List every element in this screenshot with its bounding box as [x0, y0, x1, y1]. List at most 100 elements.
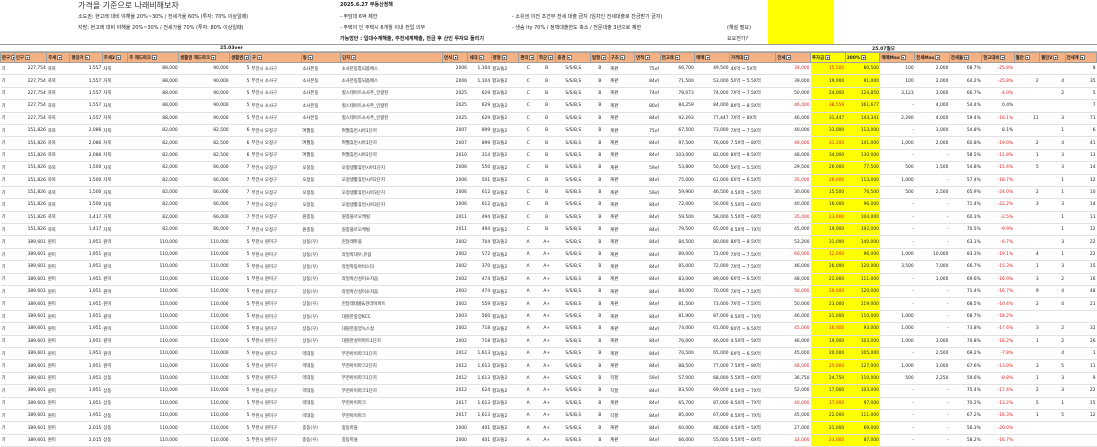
table-cell[interactable]: [1065, 421, 1097, 435]
table-cell[interactable]: B: [590, 285, 610, 299]
table-cell[interactable]: 84,259: [660, 99, 695, 113]
table-cell[interactable]: 96,000: [845, 198, 880, 212]
table-cell[interactable]: 1,557: [69, 74, 103, 88]
table-cell[interactable]: C: [518, 174, 538, 187]
table-cell[interactable]: 30,000: [775, 186, 811, 200]
table-cell[interactable]: -: [914, 434, 950, 447]
column-header[interactable]: 매매Max ▾: [879, 52, 916, 63]
table-cell[interactable]: 부전시 소사구: [250, 87, 302, 101]
table-cell[interactable]: 6.5X억 ~ 7X억: [729, 397, 776, 410]
table-cell[interactable]: C: [518, 62, 538, 76]
table-cell[interactable]: 기: [0, 124, 15, 138]
filter-dropdown-icon[interactable]: ▾: [84, 54, 90, 60]
table-cell[interactable]: A: [518, 297, 538, 311]
table-cell[interactable]: 45,000: [775, 409, 811, 423]
table-cell[interactable]: 80,000: [694, 235, 730, 249]
table-cell[interactable]: S/S/B,S: [555, 223, 591, 237]
table-cell[interactable]: 50,000: [775, 285, 811, 299]
table-cell[interactable]: 기: [0, 161, 15, 175]
table-cell[interactable]: 110,000: [127, 359, 179, 373]
table-cell[interactable]: 1,557: [69, 62, 103, 76]
table-cell[interactable]: -: [879, 149, 915, 163]
table-cell[interactable]: B: [590, 409, 610, 423]
table-cell[interactable]: 계판: [609, 223, 635, 237]
table-cell[interactable]: 평3/돌2: [491, 285, 519, 299]
table-cell[interactable]: 원미: [46, 273, 70, 287]
table-cell[interactable]: S/S/B,S: [555, 99, 591, 113]
table-cell[interactable]: [1014, 235, 1040, 249]
filter-dropdown-icon[interactable]: ▾: [744, 54, 750, 60]
table-cell[interactable]: 계판: [609, 174, 635, 187]
table-cell[interactable]: 1,104: [467, 74, 492, 88]
table-cell[interactable]: 원미: [102, 310, 128, 324]
table-cell[interactable]: 63.1%: [949, 235, 982, 249]
table-cell[interactable]: 1: [1039, 124, 1066, 138]
table-cell[interactable]: 힐스테이트소사주_인왕된: [340, 99, 443, 113]
table-cell[interactable]: 7: [229, 186, 251, 200]
table-cell[interactable]: -: [914, 285, 950, 299]
table-cell[interactable]: 84㎡: [634, 335, 661, 349]
table-cell[interactable]: 2,000: [914, 136, 950, 150]
table-cell[interactable]: 560: [467, 310, 492, 324]
table-cell[interactable]: 2000: [442, 421, 468, 435]
table-cell[interactable]: 상동: [102, 397, 128, 410]
table-cell[interactable]: 평3/돌2: [491, 74, 519, 88]
table-cell[interactable]: 110,000: [178, 297, 230, 311]
table-cell[interactable]: 오정동: [301, 198, 341, 212]
table-cell[interactable]: 389,601: [14, 260, 47, 274]
table-cell[interactable]: -: [914, 149, 950, 163]
table-cell[interactable]: 1,613: [467, 409, 492, 423]
table-cell[interactable]: 9: [1014, 285, 1040, 299]
table-cell[interactable]: 59,900: [660, 186, 695, 200]
table-cell[interactable]: C: [518, 223, 538, 237]
filter-dropdown-icon[interactable]: ▾: [566, 54, 572, 60]
table-cell[interactable]: 21,000: [810, 273, 846, 287]
table-cell[interactable]: 20,000: [810, 347, 846, 361]
table-cell[interactable]: S/S/B,S: [555, 310, 591, 324]
table-cell[interactable]: 2006: [442, 174, 468, 187]
table-cell[interactable]: 1,000: [879, 335, 915, 349]
table-cell[interactable]: 120,000: [845, 285, 880, 299]
table-cell[interactable]: 1,951: [69, 310, 103, 324]
table-cell[interactable]: 2003: [442, 310, 468, 324]
column-header[interactable]: 매매 ▾: [694, 52, 730, 63]
table-cell[interactable]: 110,000: [127, 397, 179, 410]
table-cell[interactable]: 54.8%: [949, 161, 982, 175]
table-cell[interactable]: 56,000: [694, 198, 730, 212]
table-cell[interactable]: 계판: [609, 99, 635, 113]
table-cell[interactable]: 68.5%: [949, 297, 982, 311]
table-cell[interactable]: 힐스테이트소사주_인왕된: [340, 112, 443, 125]
table-cell[interactable]: 110,000: [127, 347, 179, 361]
table-cell[interactable]: B: [537, 174, 556, 187]
table-cell[interactable]: 14: [1065, 161, 1097, 175]
table-cell[interactable]: 6: [229, 124, 251, 138]
table-cell[interactable]: A+: [537, 347, 556, 361]
filter-dropdown-icon[interactable]: ▾: [964, 54, 969, 60]
table-cell[interactable]: 84㎡: [634, 235, 661, 249]
table-cell[interactable]: [1039, 62, 1066, 76]
table-cell[interactable]: 61,000: [694, 174, 730, 187]
table-cell[interactable]: 82,500: [178, 124, 230, 138]
table-cell[interactable]: A+: [537, 297, 556, 311]
table-cell[interactable]: 기: [0, 223, 15, 237]
table-cell[interactable]: 약대동: [301, 359, 341, 373]
table-cell[interactable]: 389,601: [14, 421, 47, 435]
table-cell[interactable]: B: [590, 87, 610, 101]
table-cell[interactable]: 83,000: [660, 273, 695, 287]
table-cell[interactable]: 2: [1039, 335, 1066, 349]
table-cell[interactable]: 110,000: [127, 409, 179, 423]
table-cell[interactable]: 여월휴먼시아1단지: [340, 124, 443, 138]
table-cell[interactable]: 부천시 원미구: [250, 310, 302, 324]
table-cell[interactable]: 60.8%: [949, 136, 982, 150]
column-header[interactable]: 전고래 ▾: [659, 52, 696, 63]
table-cell[interactable]: 66,000: [660, 434, 695, 447]
table-cell[interactable]: -: [914, 310, 950, 324]
table-cell[interactable]: 69,000: [845, 421, 880, 435]
table-cell[interactable]: 7: [229, 198, 251, 212]
column-header[interactable]: 평형 ▾: [490, 52, 520, 63]
table-cell[interactable]: 원미: [102, 322, 128, 336]
table-cell[interactable]: B: [537, 161, 556, 175]
table-cell[interactable]: 기: [0, 211, 15, 225]
table-cell[interactable]: 72,000: [694, 248, 730, 262]
table-cell[interactable]: 원종동: [301, 223, 341, 237]
